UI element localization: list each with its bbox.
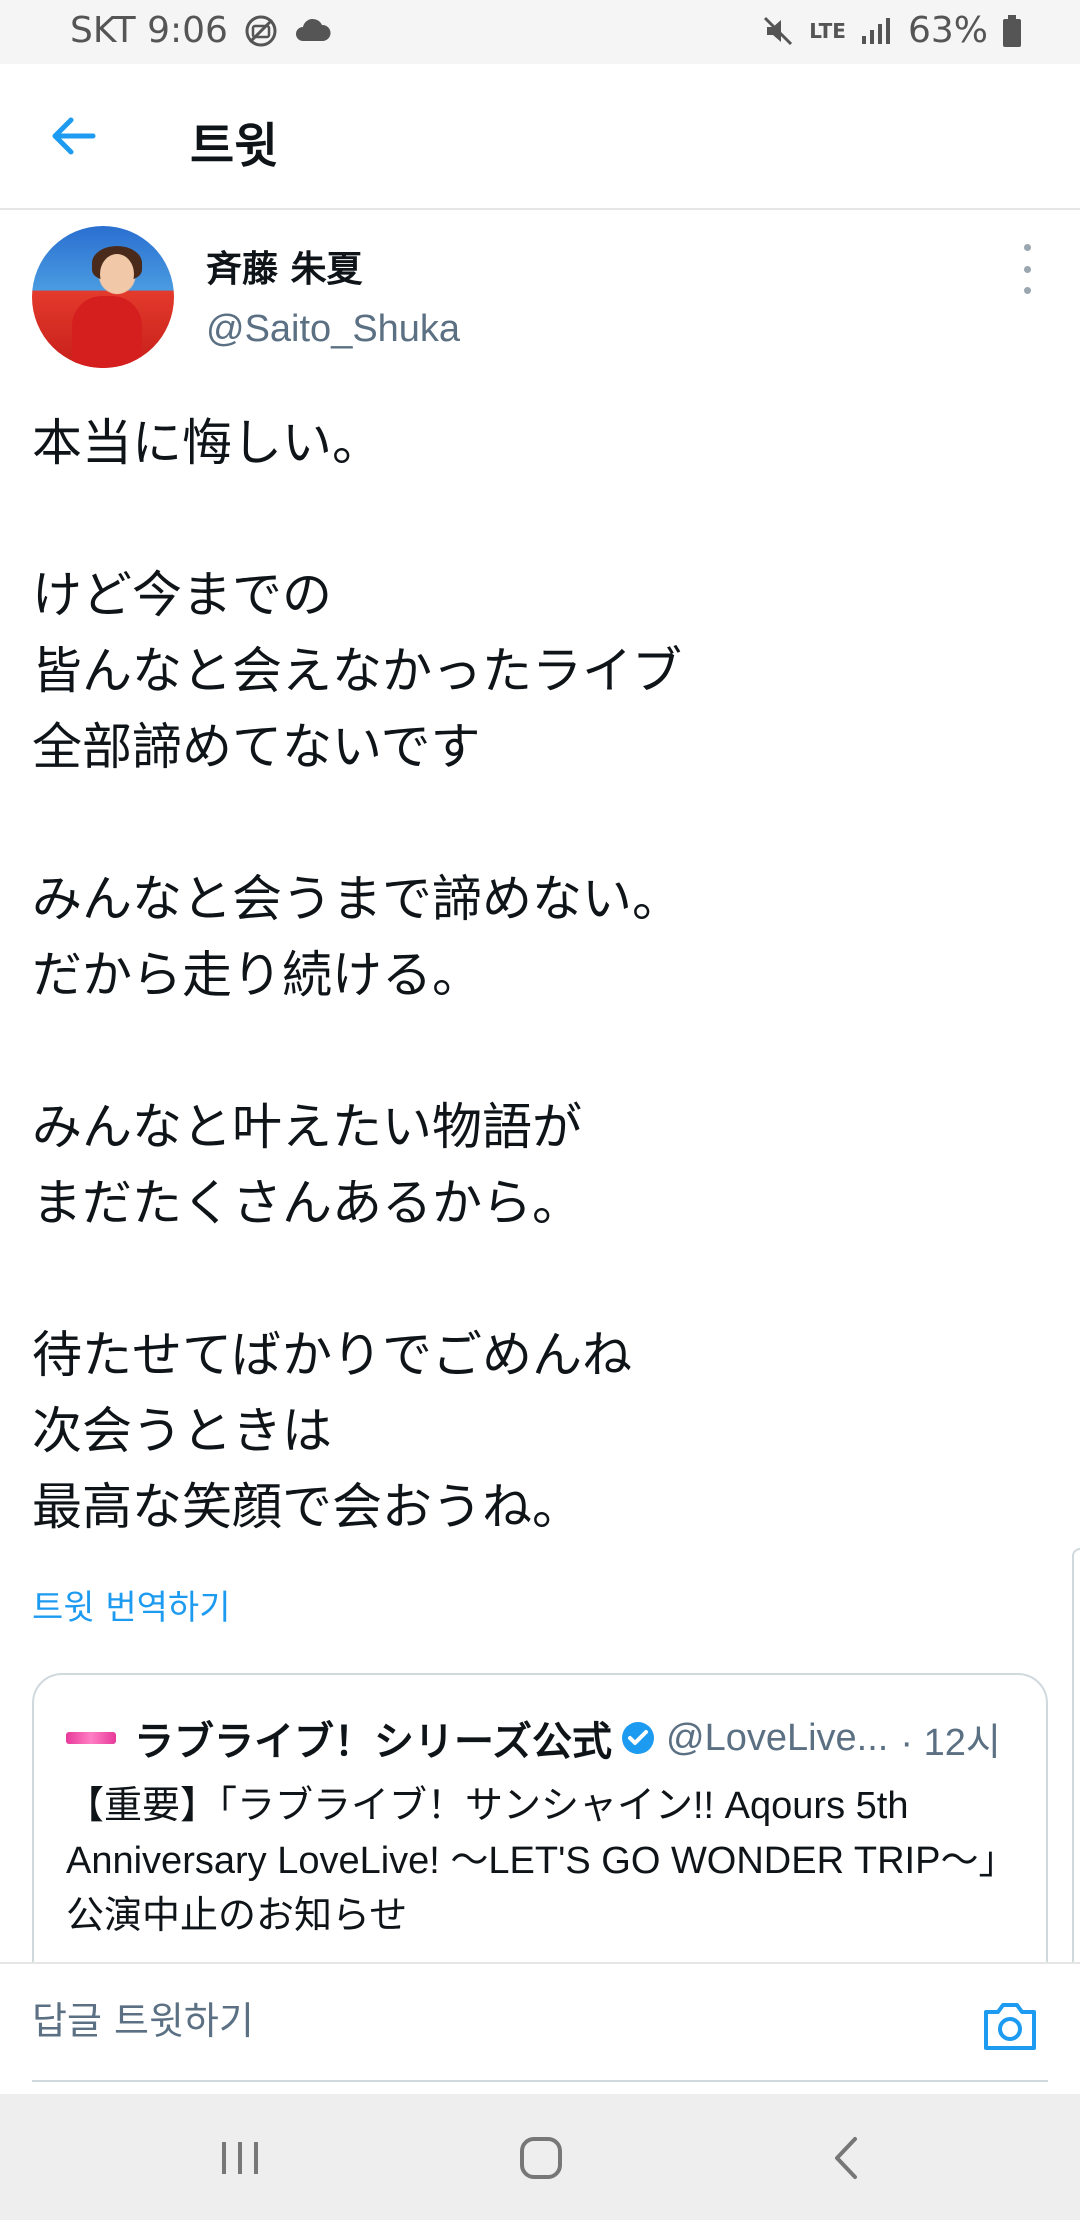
quoted-tweet-text: 【重要】「ラブライブ！サンシャイン!! Aqours 5th Anniversa… (66, 1785, 1017, 1937)
nav-back-button[interactable] (816, 2130, 876, 2186)
reply-divider (32, 2080, 1048, 2082)
quoted-display-name: ラブライブ！シリーズ公式 (134, 1719, 612, 1765)
chevron-left-icon (835, 2137, 857, 2179)
signal-icon (860, 16, 894, 46)
status-right: LTE 63% (761, 10, 1022, 51)
scroll-indicator (1072, 1548, 1080, 1974)
avatar[interactable] (32, 226, 174, 368)
carrier-time: SKT 9:06 (70, 10, 228, 51)
home-icon (520, 2137, 562, 2179)
reply-bar: 답글 트윗하기 (0, 1962, 1080, 2094)
network-type: LTE (809, 18, 846, 43)
battery-percent: 63% (907, 10, 988, 51)
mute-icon (761, 14, 795, 48)
status-left: SKT 9:06 (70, 10, 332, 51)
system-nav-bar (0, 2094, 1080, 2220)
quoted-tweet-header: ラブライブ！シリーズ公式 @LoveLive... · 12시 (66, 1709, 1001, 1767)
quoted-tweet-card[interactable]: ラブライブ！シリーズ公式 @LoveLive... · 12시 【重要】「ラブラ… (32, 1673, 1048, 2003)
camera-button[interactable] (980, 1998, 1040, 2054)
camera-icon (984, 2003, 1036, 2050)
status-bar: SKT 9:06 LTE 63% (0, 0, 1080, 64)
quoted-handle: @LoveLive... (666, 1716, 889, 1759)
author-handle[interactable]: @Saito_Shuka (206, 308, 460, 351)
back-button[interactable] (46, 108, 102, 164)
translate-tweet-link[interactable]: 트윗 번역하기 (32, 1580, 231, 1629)
verified-badge-icon (622, 1722, 654, 1754)
quoted-avatar (66, 1732, 116, 1744)
author-display-name[interactable]: 斉藤 朱夏 (206, 240, 363, 292)
recents-button[interactable] (210, 2130, 270, 2186)
no-disturb-icon (244, 14, 278, 48)
battery-icon (1002, 14, 1022, 48)
quoted-time: · 12시 (900, 1721, 1001, 1764)
tweet-text: 本当に悔しい。 けど今までの 皆んなと会えなかったライブ 全部諦めてないです み… (32, 414, 682, 1536)
recents-icon (222, 2142, 258, 2174)
home-button[interactable] (511, 2130, 571, 2186)
page-title: 트윗 (190, 118, 279, 174)
arrow-left-icon (52, 117, 96, 155)
cloud-icon (294, 17, 332, 45)
more-vertical-icon (1023, 244, 1031, 251)
reply-input[interactable]: 답글 트윗하기 (32, 1990, 254, 2045)
app-header: 트윗 (0, 64, 1080, 210)
more-options-button[interactable] (1012, 244, 1042, 294)
